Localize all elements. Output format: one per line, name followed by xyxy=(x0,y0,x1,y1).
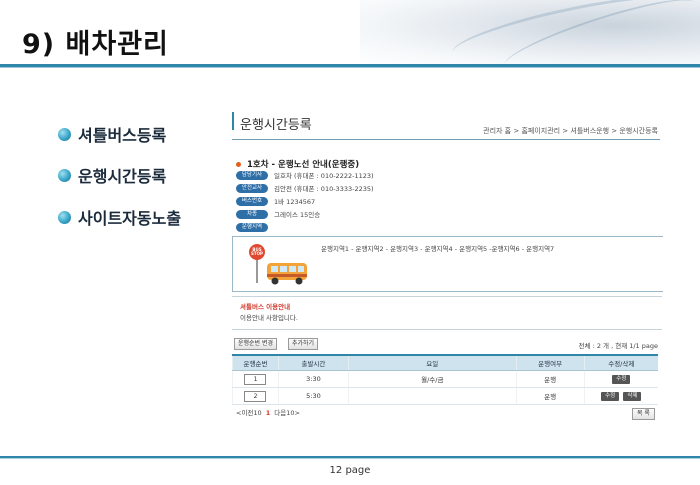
notice-text: 이용안내 사항입니다. xyxy=(240,314,298,322)
pagination: <이전10 1 다음10> xyxy=(236,407,300,417)
header-decoration xyxy=(360,0,700,81)
pager-current[interactable]: 1 xyxy=(266,409,271,417)
info-row-bus-number: 버스번호 1바 1234567 xyxy=(236,196,315,206)
page-title: 9) 배차관리 xyxy=(22,29,169,60)
edit-button[interactable]: 수정 xyxy=(612,375,631,384)
bullet-site-auto-display: 사이트자동노출 xyxy=(58,205,181,229)
bullet-schedule-register: 운행시간등록 xyxy=(58,163,166,187)
header-status: 운행여부 xyxy=(515,354,585,371)
add-button[interactable]: 추가하기 xyxy=(288,338,319,350)
cell-time: 3:30 xyxy=(277,370,349,388)
cell-time: 5:30 xyxy=(277,387,349,405)
pager-prev-link[interactable]: <이전10 xyxy=(236,409,262,417)
bullet-dot-icon xyxy=(58,168,71,182)
info-label: 안전교사 xyxy=(236,183,268,193)
order-input[interactable]: 1 xyxy=(244,373,267,385)
orange-dot-icon xyxy=(236,162,241,167)
notice-title: 셔틀버스 이용안내 xyxy=(240,303,291,311)
table-row: 2 5:30 운행 수정 삭제 xyxy=(232,387,658,405)
info-label: 차종 xyxy=(236,209,268,219)
info-value: 일호차 (휴대폰 : 010-2222-1123) xyxy=(274,172,374,180)
order-change-button[interactable]: 운행순번 변경 xyxy=(234,338,278,350)
section-title: 운행시간등록 xyxy=(240,118,312,133)
svg-text:STOP: STOP xyxy=(251,251,263,256)
delete-button[interactable]: 삭제 xyxy=(623,392,642,401)
cell-status: 운행 xyxy=(515,387,585,405)
section-divider xyxy=(232,139,660,140)
info-row-driver: 담당기사 일호차 (휴대폰 : 010-2222-1123) xyxy=(236,170,374,180)
bus-stop-icon: BUS STOP xyxy=(249,244,307,285)
header-order: 운행순번 xyxy=(232,354,279,371)
table-row: 1 3:30 월/수/금 운행 수정 xyxy=(232,370,658,388)
cell-status: 운행 xyxy=(515,370,585,388)
header-days: 요일 xyxy=(347,354,517,371)
bullet-dot-icon xyxy=(58,210,71,224)
section-title-bar xyxy=(232,112,234,130)
info-row-area: 운행지역 xyxy=(236,222,274,232)
info-value: 김안전 (휴대폰 : 010-3333-2235) xyxy=(274,185,374,193)
info-row-vehicle-type: 차종 그레이스 15인승 xyxy=(236,209,320,219)
bullet-shuttle-register: 셔틀버스등록 xyxy=(58,122,166,146)
bullet-label: 셔틀버스등록 xyxy=(78,126,167,145)
notice-box: 셔틀버스 이용안내 이용안내 사항입니다. xyxy=(232,296,662,330)
info-label: 담당기사 xyxy=(236,170,268,180)
route-box: BUS STOP 운행지역1 - 운행지역2 - 운행지역3 - 운행지역4 -… xyxy=(232,236,663,292)
footer-divider-light xyxy=(0,458,700,459)
cell-days xyxy=(347,387,517,405)
order-input[interactable]: 2 xyxy=(244,390,267,402)
schedule-panel: 운행시간등록 관리자 홈 > 홈페이지관리 > 셔틀버스운행 > 운행시간등록 … xyxy=(232,106,663,426)
page-number: 12 page xyxy=(329,465,371,476)
breadcrumb: 관리자 홈 > 홈페이지관리 > 셔틀버스운행 > 운행시간등록 xyxy=(483,127,658,135)
bullet-label: 사이트자동노출 xyxy=(78,209,182,228)
header-time: 출발시간 xyxy=(277,354,349,371)
list-button[interactable]: 목 록 xyxy=(632,408,655,420)
info-row-safety-teacher: 안전교사 김안전 (휴대폰 : 010-3333-2235) xyxy=(236,183,374,193)
cell-days: 월/수/금 xyxy=(347,370,517,388)
schedule-table: 운행순번 출발시간 요일 운행여부 수정/삭제 1 3:30 월/수/금 운행 … xyxy=(232,354,658,405)
header-divider-light xyxy=(0,67,700,68)
route-stops: 운행지역1 - 운행지역2 - 운행지역3 - 운행지역4 - 운행지역5 -운… xyxy=(321,245,555,253)
bullet-label: 운행시간등록 xyxy=(78,167,167,186)
pager-next-link[interactable]: 다음10> xyxy=(274,409,300,417)
total-count: 전체 : 2 개 , 현재 1/1 page xyxy=(578,342,658,350)
edit-button[interactable]: 수정 xyxy=(601,392,620,401)
info-value: 1바 1234567 xyxy=(274,198,316,206)
route-title: 1호차 - 운행노선 안내(운행중) xyxy=(236,158,359,170)
info-label: 버스번호 xyxy=(236,196,268,206)
table-header-row: 운행순번 출발시간 요일 운행여부 수정/삭제 xyxy=(232,354,658,371)
info-value: 그레이스 15인승 xyxy=(274,211,321,219)
info-label: 운행지역 xyxy=(236,222,268,232)
bullet-dot-icon xyxy=(58,127,71,141)
header-edit-delete: 수정/삭제 xyxy=(583,354,658,371)
